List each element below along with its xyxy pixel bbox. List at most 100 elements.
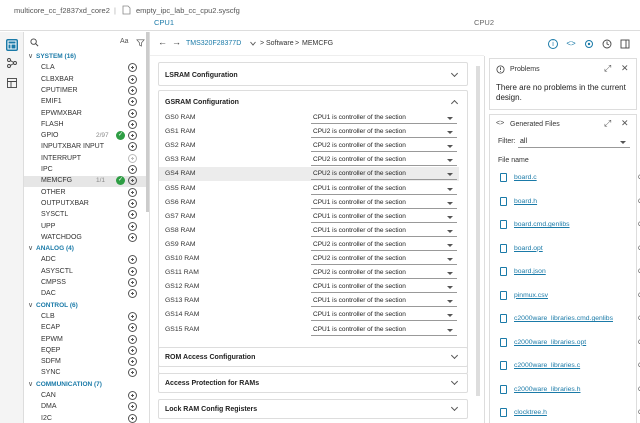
tree-item[interactable]: IPC (24, 165, 149, 176)
add-icon[interactable] (128, 74, 137, 84)
tree-item[interactable]: FLASH (24, 119, 149, 131)
add-icon[interactable] (128, 413, 137, 423)
controller-select[interactable]: CPU2 is controller of the section (311, 140, 457, 153)
file-link[interactable]: board.cmd.genlibs (514, 221, 570, 228)
file-link[interactable]: c2000ware_libraries.h (514, 386, 581, 393)
add-icon[interactable] (128, 402, 137, 412)
gear-icon[interactable] (584, 39, 594, 49)
controller-select[interactable]: CPU1 is controller of the section (311, 324, 457, 336)
controller-select[interactable]: CPU1 is controller of the section (311, 281, 457, 294)
breadcrumb-device[interactable]: TMS320F28377D (186, 40, 241, 47)
chevron-down-icon[interactable] (250, 41, 256, 46)
tree-item[interactable]: INPUTXBAR INPUT (24, 142, 149, 153)
controller-select[interactable]: CPU2 is controller of the section (311, 168, 457, 181)
tab-cpu2[interactable]: CPU2 (474, 18, 494, 27)
add-icon[interactable] (128, 323, 137, 333)
file-link[interactable]: board.c (514, 174, 537, 181)
close-icon[interactable]: ✕ (621, 63, 629, 74)
lsram-panel[interactable]: LSRAM Configuration (158, 62, 468, 86)
tree-item[interactable]: SYSCTL (24, 210, 149, 221)
file-link[interactable]: pinmux.csv (514, 292, 548, 299)
controller-select[interactable]: CPU2 is controller of the section (311, 154, 457, 167)
tree-category[interactable]: ∨ SYSTEM (16) (24, 52, 149, 63)
expand-icon[interactable]: ⤢ (604, 63, 611, 74)
add-icon[interactable] (128, 311, 137, 321)
chevron-up-icon[interactable] (450, 99, 459, 108)
add-icon[interactable] (128, 153, 137, 163)
file-name[interactable]: empty_ipc_lab_cc_cpu2.syscfg (136, 6, 240, 15)
protection-panel[interactable]: Access Protection for RAMs (158, 373, 468, 393)
tree-item[interactable]: UPP (24, 221, 149, 233)
controller-select[interactable]: CPU1 is controller of the section (311, 112, 457, 124)
tree-category[interactable]: ∨ CONTROL (6) (24, 301, 149, 312)
tree-item[interactable]: EPWMXBAR (24, 108, 149, 120)
breadcrumb-software[interactable]: Software (266, 40, 294, 47)
tree-item[interactable]: GPIO 2/97 ✓ (24, 131, 149, 142)
components-icon[interactable] (6, 39, 18, 51)
tree-item[interactable]: SYNC (24, 368, 149, 379)
chevron-down-icon[interactable] (450, 403, 459, 412)
forward-arrow-icon[interactable]: → (172, 37, 181, 47)
add-icon[interactable] (128, 85, 137, 95)
controller-select[interactable]: CPU2 is controller of the section (311, 253, 457, 265)
add-icon[interactable] (128, 165, 137, 174)
add-icon[interactable] (128, 108, 137, 118)
hierarchy-icon[interactable] (6, 57, 18, 69)
add-icon[interactable] (128, 221, 137, 231)
file-link[interactable]: c2000ware_libraries.opt (514, 339, 586, 346)
expand-icon[interactable]: ⤢ (604, 118, 611, 129)
add-icon[interactable] (128, 210, 137, 220)
tree-item[interactable]: MEMCFG 1/1 ✓ (24, 176, 149, 188)
controller-select[interactable]: CPU1 is controller of the section (311, 225, 457, 237)
editor-scrollbar[interactable] (476, 66, 480, 396)
search-bar[interactable]: Aa (28, 37, 146, 49)
file-link[interactable]: board.opt (514, 245, 543, 252)
add-icon[interactable] (128, 119, 137, 129)
add-icon[interactable] (128, 97, 137, 107)
tree-item[interactable]: CMPSS (24, 278, 149, 289)
add-icon[interactable] (128, 357, 137, 367)
tree-item[interactable]: OUTPUTXBAR (24, 198, 149, 210)
controller-select[interactable]: CPU1 is controller of the section (311, 211, 457, 223)
add-icon[interactable] (128, 198, 137, 208)
controller-select[interactable]: CPU2 is controller of the section (311, 267, 457, 280)
sidebar-toggle-icon[interactable] (620, 39, 630, 49)
tree-item[interactable]: CLB (24, 311, 149, 323)
tree-category[interactable]: ∨ ANALOG (4) (24, 244, 149, 255)
filter-select[interactable]: all (518, 136, 630, 148)
add-icon[interactable] (128, 368, 137, 378)
chevron-down-icon[interactable] (450, 377, 459, 386)
controller-select[interactable]: CPU2 is controller of the section (311, 126, 457, 139)
add-icon[interactable] (128, 131, 137, 141)
add-icon[interactable] (128, 255, 137, 265)
controller-select[interactable]: CPU2 is controller of the section (311, 239, 457, 251)
add-icon[interactable] (128, 391, 137, 400)
add-icon[interactable] (128, 187, 137, 197)
code-icon[interactable]: <> (566, 39, 576, 49)
info-icon[interactable]: i (548, 39, 558, 49)
add-icon[interactable] (128, 334, 137, 344)
controller-select[interactable]: CPU1 is controller of the section (311, 197, 457, 209)
add-icon[interactable] (128, 289, 137, 299)
tree-item[interactable]: EPWM (24, 334, 149, 346)
tree-item[interactable]: OTHER (24, 187, 149, 199)
add-icon[interactable] (128, 63, 137, 73)
add-icon[interactable] (128, 142, 137, 152)
rom-panel[interactable]: ROM Access Configuration (158, 347, 468, 367)
close-icon[interactable]: ✕ (621, 118, 629, 129)
project-name[interactable]: multicore_cc_f2837xd_core2 (14, 6, 110, 15)
add-icon[interactable] (128, 266, 137, 276)
tree-item[interactable]: WATCHDOG (24, 232, 149, 244)
history-icon[interactable] (602, 39, 612, 49)
file-link[interactable]: board.h (514, 198, 537, 205)
tree-item[interactable]: SDFM (24, 357, 149, 368)
tree-item[interactable]: EMIF1 (24, 97, 149, 108)
tree-item[interactable]: ADC (24, 255, 149, 266)
file-link[interactable]: c2000ware_libraries.c (514, 362, 580, 369)
tree-item[interactable]: CAN (24, 391, 149, 402)
lock-panel[interactable]: Lock RAM Config Registers (158, 399, 468, 419)
add-icon[interactable] (128, 176, 137, 186)
table-icon[interactable] (6, 77, 18, 89)
tree-item[interactable]: EQEP (24, 345, 149, 357)
match-case-toggle[interactable]: Aa (120, 38, 129, 45)
